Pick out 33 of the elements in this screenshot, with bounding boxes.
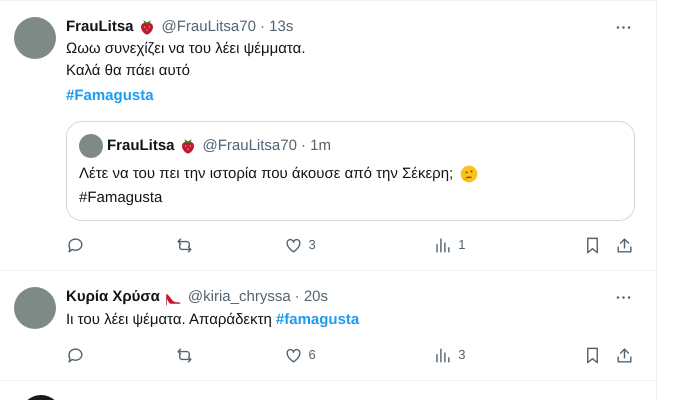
like-count: 6 bbox=[308, 346, 316, 364]
reply-icon[interactable] bbox=[66, 236, 85, 254]
bar-chart-icon[interactable] bbox=[433, 346, 452, 364]
tweet-text: Ιι του λέει ψέματα. Απαράδεκτη bbox=[66, 310, 272, 330]
timestamp: · 13s bbox=[260, 17, 294, 37]
tweet-text: Καλά θα πάει αυτό bbox=[66, 61, 191, 81]
author-name: FrauLitsa bbox=[107, 136, 175, 156]
author-name: FrauLitsa bbox=[66, 17, 134, 37]
hashtag-link[interactable]: #famagusta bbox=[276, 309, 360, 331]
bar-chart-icon[interactable] bbox=[433, 236, 452, 254]
timestamp: · 1m bbox=[300, 136, 331, 156]
like-count: 3 bbox=[308, 236, 316, 254]
retweet-icon[interactable] bbox=[174, 236, 194, 254]
author-name: Κυρία Χρύσα bbox=[66, 287, 160, 307]
avatar bbox=[79, 134, 103, 158]
thinking-face-icon bbox=[459, 164, 480, 184]
quoted-tweet-card[interactable]: FrauLitsa @FrauLitsa70 · 1m Λέτε να του πει την ιστορία που άκουσε από την Σέκερη; #Famagusta bbox=[66, 121, 635, 221]
avatar bbox=[14, 287, 56, 329]
tweet-text: Ωωω συνεχίζει να του λέει ψέμματα. bbox=[66, 39, 306, 59]
avatar bbox=[14, 17, 56, 59]
reply-icon[interactable] bbox=[66, 346, 85, 364]
timestamp: · 20s bbox=[294, 287, 328, 307]
retweet-icon[interactable] bbox=[174, 346, 194, 364]
quoted-text: #Famagusta bbox=[79, 188, 162, 208]
author-handle: @kiria_chryssa bbox=[188, 287, 291, 307]
quoted-text: Λέτε να του πει την ιστορία που άκουσε από την Σέκερη; bbox=[79, 164, 454, 184]
hashtag-link[interactable]: #Famagusta bbox=[66, 85, 154, 107]
view-count: 3 bbox=[458, 346, 466, 364]
share-icon[interactable] bbox=[615, 346, 634, 364]
share-icon[interactable] bbox=[615, 236, 634, 254]
view-count: 1 bbox=[458, 236, 466, 254]
author-handle: @FrauLitsa70 bbox=[162, 17, 256, 37]
author-handle: @FrauLitsa70 bbox=[202, 136, 297, 156]
